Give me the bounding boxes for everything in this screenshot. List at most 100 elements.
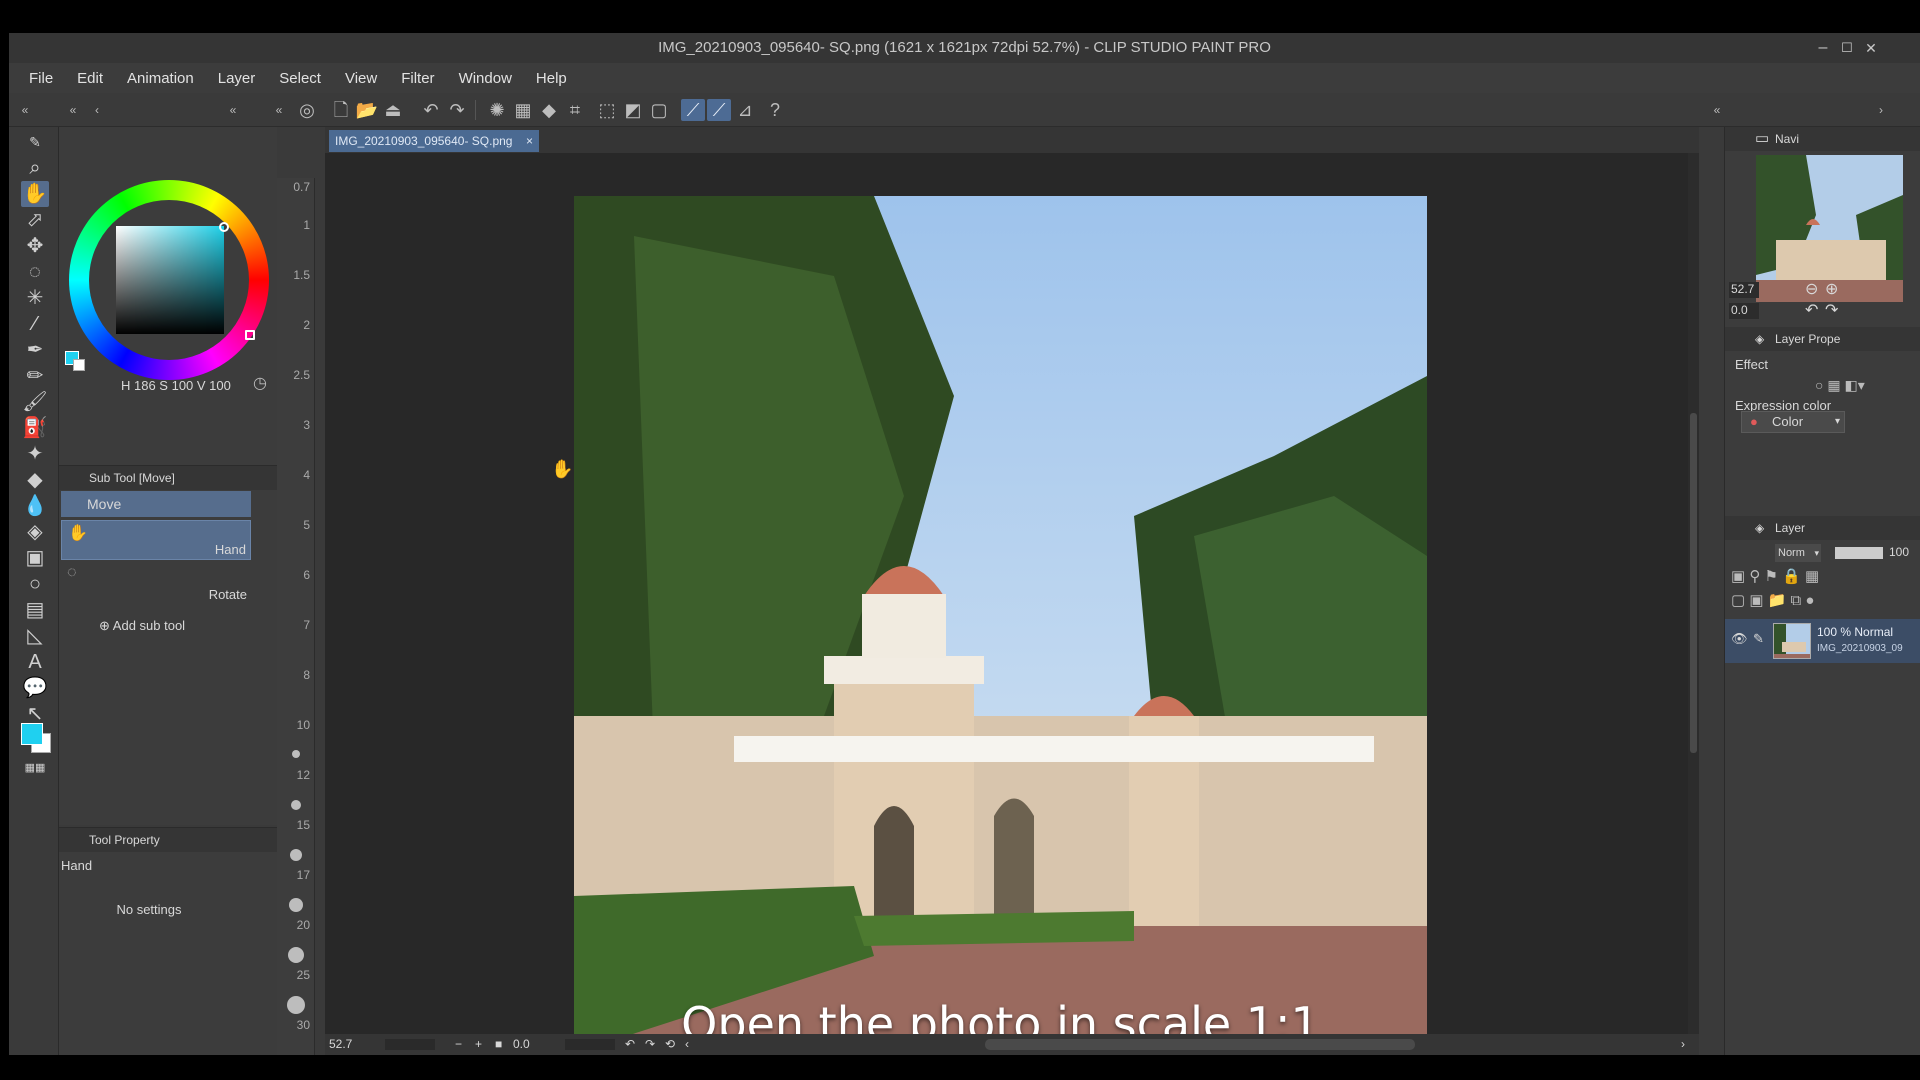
move-layer-icon[interactable]: ✥ <box>21 233 49 259</box>
fill-icon[interactable]: ▦ <box>511 99 535 121</box>
brush-size-label[interactable]: 1 <box>303 218 310 232</box>
navigator-zoom[interactable]: 52.7 <box>1729 282 1759 298</box>
color-mode-icon[interactable]: ◷ <box>253 373 267 393</box>
rotate-right-icon[interactable]: ↷ <box>645 1034 655 1055</box>
figure-icon[interactable]: ○ <box>21 571 49 597</box>
invert-selection-icon[interactable]: ◩ <box>621 99 645 121</box>
vertical-scrollbar[interactable] <box>1688 153 1699 1035</box>
redo-icon[interactable]: ↷ <box>445 99 469 121</box>
opacity-slider[interactable] <box>1835 547 1883 559</box>
fit-icon[interactable]: ■ <box>495 1034 502 1055</box>
navigator-rotation[interactable]: 0.0 <box>1729 303 1759 319</box>
snap-grid-icon[interactable]: ⊿ <box>733 99 757 121</box>
airbrush-icon[interactable]: ⛽ <box>21 415 49 441</box>
pencil-icon[interactable]: ✏ <box>21 363 49 389</box>
brush-size-label[interactable]: 2.5 <box>293 368 310 382</box>
zoom-in-icon[interactable]: + <box>475 1034 482 1055</box>
brush-size-label[interactable]: 7 <box>303 618 310 632</box>
help-icon[interactable]: ? <box>763 99 787 121</box>
menu-view[interactable]: View <box>333 70 389 87</box>
zoom-icon[interactable]: ⌕ <box>21 155 49 181</box>
brush-size-label[interactable]: 8 <box>303 668 310 682</box>
new-layer-row-icons[interactable]: ▢ ▣ 📁 ⧉ ● <box>1731 591 1814 609</box>
balloon-icon[interactable]: 💬 <box>21 675 49 701</box>
sv-marker[interactable] <box>219 222 229 232</box>
chevron-left-icon[interactable]: ‹ <box>685 1034 689 1055</box>
chevron-left-icon[interactable]: ‹ <box>85 99 109 121</box>
brush-size-label[interactable]: 12 <box>297 768 310 782</box>
collapse-right-icon[interactable]: « <box>1705 99 1729 121</box>
document-tab[interactable]: IMG_20210903_095640- SQ.png × <box>329 130 539 152</box>
deselect-icon[interactable]: ⬚ <box>595 99 619 121</box>
navigator-rotate-left-icon[interactable]: ↶ <box>1805 300 1818 320</box>
zoom-slider[interactable] <box>385 1039 435 1050</box>
pen-icon[interactable]: ✎ <box>21 129 49 155</box>
clear-icon[interactable]: ✺ <box>485 99 509 121</box>
eraser-icon[interactable]: ◆ <box>21 467 49 493</box>
selection-border-icon[interactable]: ▢ <box>647 99 671 121</box>
brush-size-dot[interactable] <box>287 996 305 1014</box>
decoration-icon[interactable]: ✦ <box>21 441 49 467</box>
clip-studio-icon[interactable]: ◎ <box>295 99 319 121</box>
brush-size-dot[interactable] <box>292 750 300 758</box>
rotate-left-icon[interactable]: ↶ <box>625 1034 635 1055</box>
effect-buttons[interactable]: ○ ▦ ◧▾ <box>1815 377 1865 394</box>
brush-size-label[interactable]: 25 <box>297 968 310 982</box>
new-file-icon[interactable]: 🗋 <box>329 99 353 121</box>
brush-size-label[interactable]: 0.7 <box>293 180 310 194</box>
brush-size-dot[interactable] <box>289 898 303 912</box>
reset-rotation-icon[interactable]: ⟲ <box>665 1034 675 1055</box>
collapse-left-icon[interactable]: « <box>61 99 85 121</box>
minimize-button[interactable]: – <box>1811 33 1835 63</box>
collapse-left-icon[interactable]: « <box>13 99 37 121</box>
pen-tool-icon[interactable]: ✒ <box>21 337 49 363</box>
navigator-zoom-in-icon[interactable]: ⊕ <box>1825 279 1838 299</box>
menu-animation[interactable]: Animation <box>115 70 206 87</box>
menu-file[interactable]: File <box>17 70 65 87</box>
blend-icon[interactable]: 💧 <box>21 493 49 519</box>
brush-size-label[interactable]: 4 <box>303 468 310 482</box>
zoom-out-icon[interactable]: − <box>455 1034 462 1055</box>
canvas-area[interactable]: ✋ Open the photo in scale 1:1 <box>325 153 1699 1055</box>
menu-select[interactable]: Select <box>267 70 333 87</box>
rotation-value[interactable]: 0.0 <box>513 1034 530 1055</box>
bucket-icon[interactable]: ◆ <box>537 99 561 121</box>
transparent-color-icon[interactable]: ▦▦ <box>21 755 49 781</box>
undo-icon[interactable]: ↶ <box>419 99 443 121</box>
snap-ruler-icon[interactable]: ⟋ <box>681 99 705 121</box>
close-button[interactable]: ✕ <box>1859 33 1883 63</box>
menu-filter[interactable]: Filter <box>389 70 446 87</box>
chevron-right-icon[interactable]: › <box>1681 1034 1685 1055</box>
layer-tools-row-icons[interactable]: ▣ ⚲ ⚑ 🔒 ▦ <box>1731 567 1819 585</box>
navigator-zoom-out-icon[interactable]: ⊖ <box>1805 279 1818 299</box>
save-icon[interactable]: ⏏ <box>381 99 405 121</box>
sub-color-chip[interactable] <box>73 359 85 371</box>
open-file-icon[interactable]: 📂 <box>355 99 379 121</box>
collapse-left-icon[interactable]: « <box>221 99 245 121</box>
add-sub-tool-button[interactable]: ⊕ Add sub tool <box>99 618 185 634</box>
sub-tool-group-move[interactable]: Move <box>61 491 251 517</box>
snap-special-ruler-icon[interactable]: ⟋ <box>707 99 731 121</box>
brush-size-label[interactable]: 3 <box>303 418 310 432</box>
eyedropper-icon[interactable]: ⁄ <box>21 311 49 337</box>
rotation-slider[interactable] <box>565 1039 615 1050</box>
horizontal-scroll-thumb[interactable] <box>985 1039 1415 1050</box>
hand-icon[interactable]: ✋ <box>21 181 49 207</box>
menu-edit[interactable]: Edit <box>65 70 115 87</box>
scroll-thumb[interactable] <box>1690 413 1697 753</box>
brush-size-label[interactable]: 30 <box>297 1018 310 1032</box>
brush-size-label[interactable]: 1.5 <box>293 268 310 282</box>
collapse-left-icon[interactable]: « <box>267 99 291 121</box>
fill-bucket-icon[interactable]: ◈ <box>21 519 49 545</box>
brush-size-dot[interactable] <box>288 947 304 963</box>
operation-icon[interactable]: ⬀ <box>21 207 49 233</box>
zoom-value[interactable]: 52.7 <box>329 1034 352 1055</box>
hue-ring[interactable] <box>69 180 269 380</box>
photo-canvas[interactable]: Open the photo in scale 1:1 <box>574 196 1427 1053</box>
brush-icon[interactable]: 🖌 <box>21 389 49 415</box>
sub-tool-rotate[interactable]: ◌ Rotate <box>61 564 251 604</box>
brush-size-label[interactable]: 5 <box>303 518 310 532</box>
navigator-rotate-right-icon[interactable]: ↷ <box>1825 300 1838 320</box>
layer-panel-title[interactable]: Layer <box>1775 516 1805 540</box>
navigator-title[interactable]: Navi <box>1775 127 1799 151</box>
